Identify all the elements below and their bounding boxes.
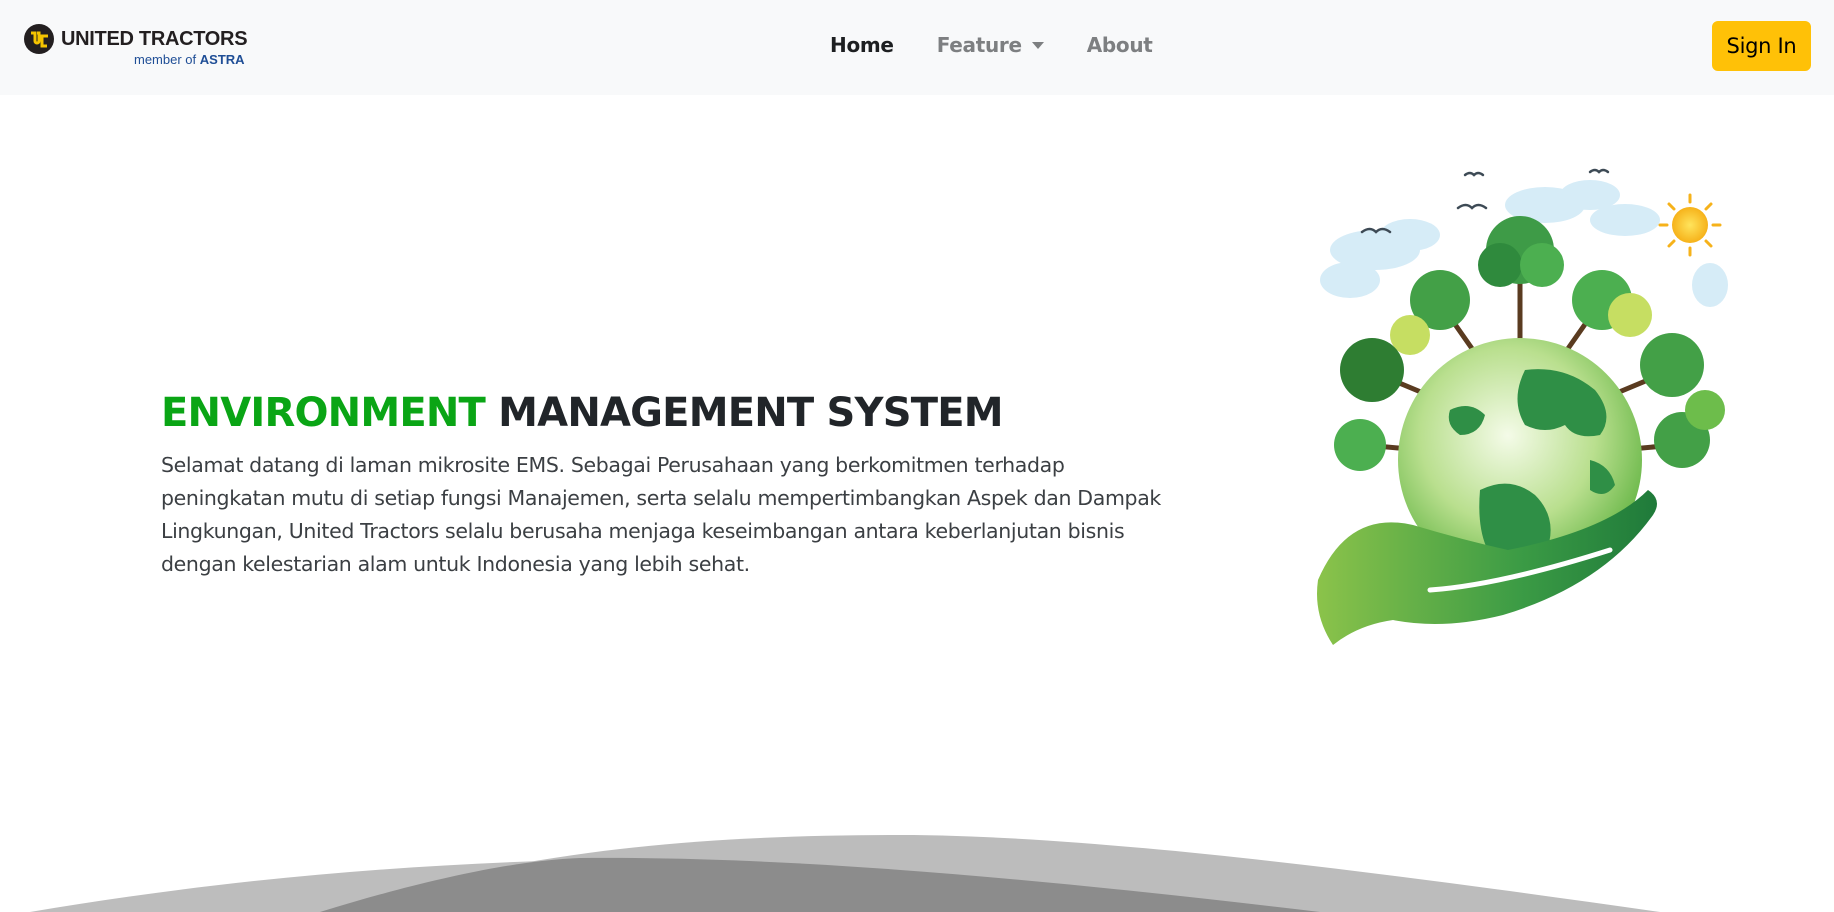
brand-subtitle: member of ASTRA [134,52,245,67]
nav-feature-label: Feature [936,33,1022,57]
hero-description: Selamat datang di laman mikrosite EMS. S… [161,453,1161,576]
sign-in-button[interactable]: Sign In [1712,21,1811,71]
hero-title-rest: MANAGEMENT SYSTEM [498,390,1003,436]
hero-title-accent: ENVIRONMENT [161,390,486,436]
nav-about-link[interactable]: About [1087,33,1153,57]
nav-home-link[interactable]: Home [830,33,894,57]
sun-icon [1658,193,1722,257]
nav-links: Home Feature About [830,33,1196,57]
brand-logo-link[interactable]: UNITED TRACTORS member of ASTRA [24,22,254,70]
hero-title: ENVIRONMENT MANAGEMENT SYSTEM [161,390,1004,436]
ut-logo-icon [24,24,54,54]
brand-sub-brand: ASTRA [199,52,245,67]
brand-sub-prefix: member of [134,52,197,67]
nav-feature-dropdown[interactable]: Feature [937,33,1044,57]
green-earth-hand-illustration [1317,168,1728,645]
brand-name: UNITED TRACTORS [61,28,248,50]
caret-down-icon [1031,41,1044,49]
navbar: UNITED TRACTORS member of ASTRA Home Fea… [0,0,1834,95]
decorative-waves [30,835,1660,912]
